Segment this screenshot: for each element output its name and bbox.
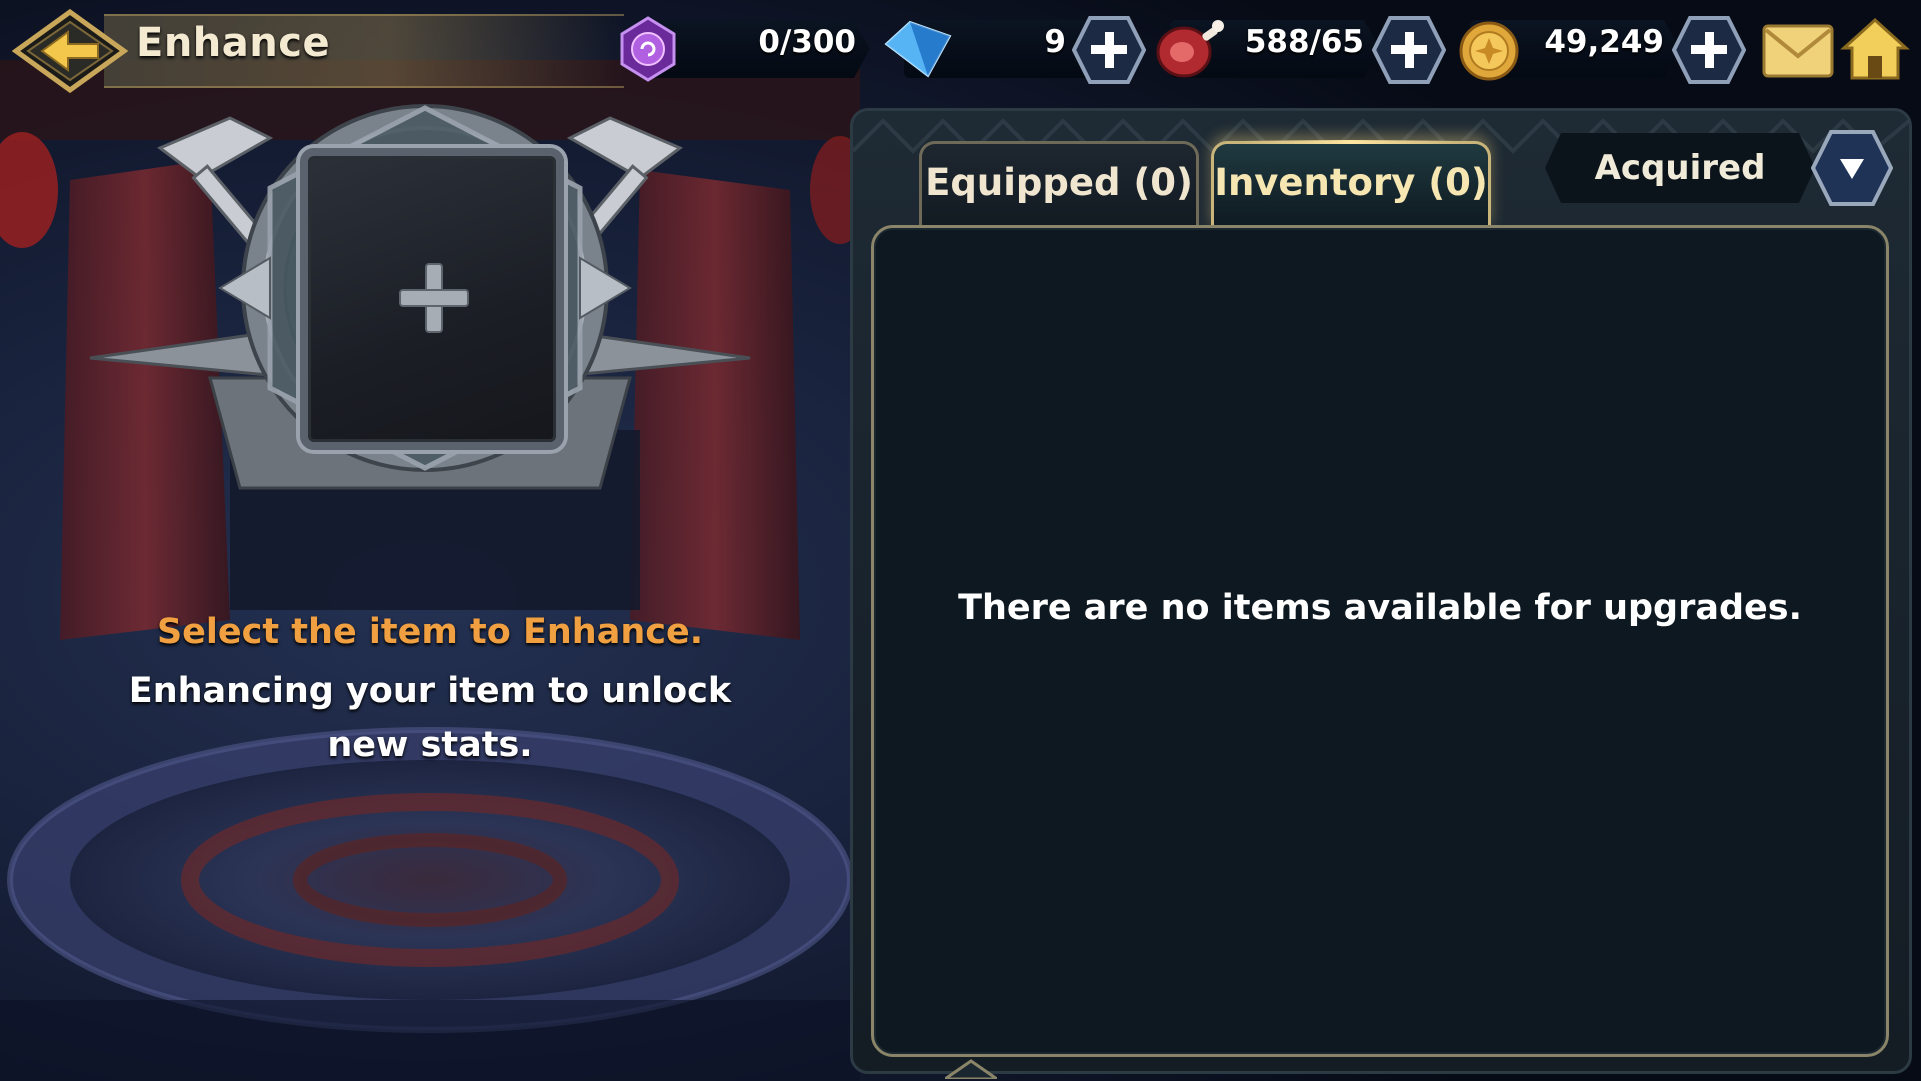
panel-bottom-notch — [945, 1059, 997, 1079]
enhance-hint-title: Select the item to Enhance. — [156, 612, 704, 652]
add-plus-icon — [399, 263, 469, 333]
add-plus-icon — [1371, 16, 1447, 84]
essence-value: 0/300 — [758, 24, 856, 60]
empty-list-message: There are no items available for upgrade… — [958, 588, 1802, 628]
sort-toggle-button[interactable] — [1810, 129, 1894, 207]
purple-essence-gem-icon — [620, 16, 676, 82]
home-icon — [1840, 17, 1910, 80]
gold-value: 49,249 — [1544, 24, 1664, 60]
tab-inventory[interactable]: Inventory (0) — [1211, 140, 1491, 230]
home-button[interactable] — [1840, 14, 1910, 84]
add-crystals-button[interactable] — [1071, 16, 1147, 84]
item-list-panel: Equipped (0) Inventory (0) Acquired Ther… — [850, 108, 1912, 1079]
tab-equipped[interactable]: Equipped (0) — [919, 141, 1199, 226]
add-gold-button[interactable] — [1671, 16, 1747, 84]
enhance-item-slot[interactable] — [300, 148, 564, 450]
meat-icon — [1156, 20, 1224, 78]
add-stamina-button[interactable] — [1371, 16, 1447, 84]
enhance-hint-description: Enhancing your item to unlock new stats. — [128, 671, 732, 765]
stamina-value: 588/65 — [1244, 24, 1364, 60]
sort-dropdown[interactable]: Acquired — [1545, 133, 1815, 203]
add-plus-icon — [1671, 16, 1747, 84]
page-title: Enhance — [136, 20, 331, 66]
dropdown-triangle-icon — [1810, 130, 1894, 206]
item-list[interactable]: There are no items available for upgrade… — [871, 225, 1889, 1057]
blue-crystal-icon — [884, 20, 952, 78]
gold-coin-icon — [1459, 21, 1519, 81]
sort-selected-label: Acquired — [1594, 148, 1766, 188]
mail-envelope-icon — [1762, 24, 1834, 78]
mail-button[interactable] — [1760, 18, 1836, 82]
add-plus-icon — [1071, 16, 1147, 84]
crystal-value: 9 — [1044, 24, 1066, 60]
